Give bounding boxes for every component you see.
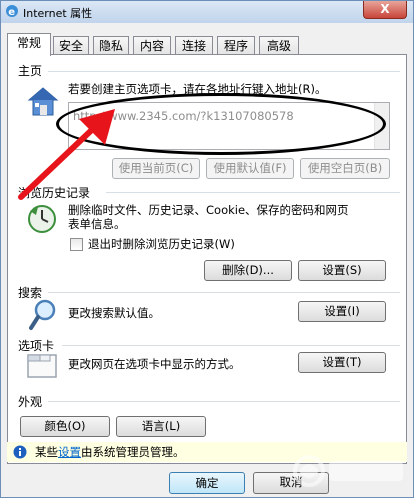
homepage-section-title: 主页	[18, 64, 43, 78]
search-settings-button[interactable]: 设置(I)	[298, 301, 386, 322]
ie-icon: e	[6, 5, 18, 18]
infobar-suffix: 由系统管理员管理。	[81, 445, 185, 459]
languages-button[interactable]: 语言(L)	[116, 416, 206, 437]
use-blank-button[interactable]: 使用空白页(B)	[300, 158, 390, 179]
use-default-button[interactable]: 使用默认值(F)	[206, 158, 294, 179]
section-divider	[106, 192, 400, 193]
settings-link[interactable]: 设置	[58, 445, 81, 459]
annotation-arrow	[18, 109, 115, 200]
internet-options-dialog: e Internet 属性 X 常规 安全 隐私 内容 连接 程序 高级 主页 …	[0, 0, 414, 498]
info-icon	[13, 445, 27, 459]
tab-advanced[interactable]: 高级	[259, 36, 299, 55]
tab-content[interactable]: 内容	[133, 36, 171, 55]
window-title: Internet 属性	[23, 7, 93, 20]
infobar-prefix: 某些	[35, 445, 58, 459]
section-divider	[48, 71, 400, 72]
tabs-window-icon	[27, 354, 57, 378]
section-divider	[48, 292, 400, 293]
tab-privacy[interactable]: 隐私	[93, 36, 129, 55]
tab-security[interactable]: 安全	[53, 36, 89, 55]
delete-history-button[interactable]: 删除(D)...	[204, 260, 292, 281]
section-divider	[48, 401, 400, 402]
history-description-line2: 表单信息。	[68, 217, 126, 231]
tabs-description: 更改网页在选项卡中显示的方式。	[68, 357, 241, 371]
title-bar: e Internet 属性 X	[1, 1, 413, 23]
delete-on-exit-label[interactable]: 退出时删除浏览历史记录(W)	[88, 237, 235, 252]
ok-button[interactable]: 确定	[169, 472, 245, 494]
infobar-text: 某些设置由系统管理员管理。	[35, 445, 185, 460]
delete-on-exit-checkbox[interactable]	[70, 238, 83, 251]
search-description: 更改搜索默认值。	[68, 306, 160, 320]
section-divider	[62, 345, 400, 346]
tabs-settings-button[interactable]: 设置(T)	[298, 352, 386, 373]
svg-text:e: e	[8, 7, 15, 18]
appearance-section-title: 外观	[18, 395, 43, 409]
colors-button[interactable]: 颜色(O)	[20, 416, 110, 437]
tab-connections[interactable]: 连接	[175, 36, 213, 55]
tab-programs[interactable]: 程序	[217, 36, 255, 55]
tab-general[interactable]: 常规	[7, 33, 51, 56]
history-settings-button[interactable]: 设置(S)	[298, 260, 386, 281]
magnifier-icon	[29, 299, 56, 330]
watermark-logo	[293, 455, 403, 487]
close-button[interactable]: X	[363, 1, 407, 19]
